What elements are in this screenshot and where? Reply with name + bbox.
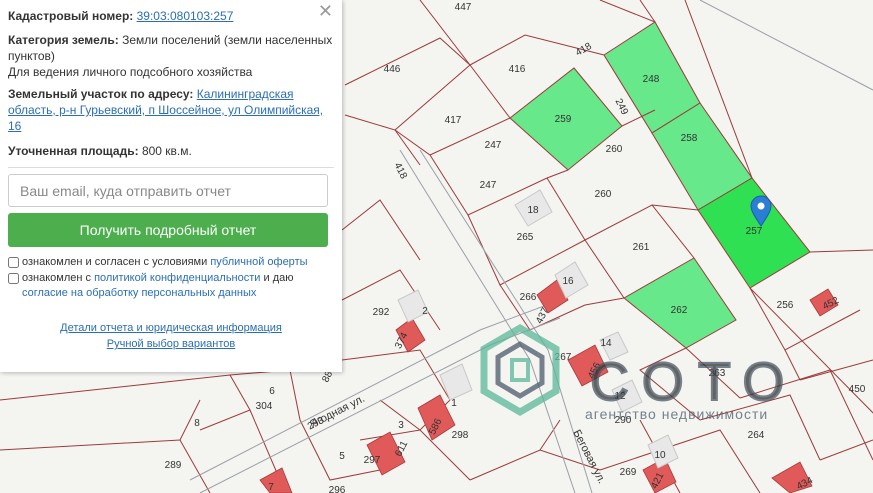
manual-selection-link[interactable]: Ручной выбор вариантов <box>107 338 235 350</box>
category-row: Категория земель: Земли поселений (земли… <box>8 32 334 80</box>
parcel-number-label: 447 <box>455 2 472 13</box>
parcel-number-label: 446 <box>384 64 401 75</box>
offer-link[interactable]: публичной оферты <box>210 256 307 268</box>
parcel-number-label: 248 <box>643 74 660 85</box>
parcel-number-label: 247 <box>480 180 497 191</box>
close-icon[interactable]: ✕ <box>318 2 333 20</box>
parcel-number-label: 5 <box>339 451 345 462</box>
parcel-number-label: 257 <box>746 226 763 237</box>
parcel-number-label: 260 <box>595 189 612 200</box>
email-input[interactable] <box>8 174 328 207</box>
privacy-checkbox[interactable] <box>8 273 19 284</box>
parcel-number-label: 304 <box>256 401 273 412</box>
parcel-number-label: 8 <box>194 418 200 429</box>
area-value: 800 кв.м. <box>141 144 192 158</box>
parcel-number-label: 259 <box>555 114 572 125</box>
privacy-policy-link[interactable]: политикой конфиденциальности <box>94 272 260 284</box>
parcel-number-label: 247 <box>485 140 502 151</box>
parcel-info-panel: ✕ Кадастровый номер: 39:03:080103:257 Ка… <box>0 0 342 372</box>
consent-link[interactable]: согласие на обработку персональных данны… <box>22 287 256 299</box>
parcel-number-label: 6 <box>269 386 275 397</box>
terms-text: ознакомлен и согласен с условиями <box>22 256 208 268</box>
parcel-number-label: 450 <box>849 384 866 395</box>
divider <box>8 167 334 168</box>
watermark-brand: СОТО <box>590 352 798 412</box>
parcel-number-label: 7 <box>268 482 274 493</box>
parcel-number-label: 10 <box>654 450 666 461</box>
parcel-number-label: 289 <box>165 460 182 471</box>
privacy-mid-text: и даю <box>263 272 294 284</box>
privacy-checkbox-row: ознакомлен с политикой конфиденциальност… <box>8 271 334 301</box>
address-row: Земельный участок по адресу: Калининград… <box>8 86 334 134</box>
usage-value: Для ведения личного подсобного хозяйства <box>8 65 253 79</box>
parcel-number-label: 298 <box>452 430 469 441</box>
parcel-number-label: 256 <box>777 300 794 311</box>
parcel-number-label: 297 <box>364 455 381 466</box>
parcel-number-label: 18 <box>527 205 539 216</box>
parcel-number-label: 292 <box>373 307 390 318</box>
parcel-number-label: 266 <box>520 292 537 303</box>
get-report-button[interactable]: Получить подробный отчет <box>8 213 328 247</box>
terms-checkbox[interactable] <box>8 257 19 268</box>
bottom-links: Детали отчета и юридическая информация Р… <box>8 320 334 352</box>
parcel-number-label: 14 <box>600 338 612 349</box>
parcel-number-label: 260 <box>606 144 623 155</box>
report-details-link[interactable]: Детали отчета и юридическая информация <box>60 322 282 334</box>
address-label: Земельный участок по адресу: <box>8 87 194 101</box>
cadastral-row: Кадастровый номер: 39:03:080103:257 <box>8 8 334 24</box>
parcel-number-label: 296 <box>329 485 346 493</box>
parcel-number-label: 265 <box>517 232 534 243</box>
parcel-number-label: 417 <box>445 115 462 126</box>
parcel-number-label: 3 <box>398 420 404 431</box>
cadastral-number-link[interactable]: 39:03:080103:257 <box>137 9 234 23</box>
parcel-number-label: 261 <box>633 242 650 253</box>
parcel-number-label: 258 <box>681 133 698 144</box>
parcel-number-label: 2 <box>422 306 428 317</box>
area-row: Уточненная площадь: 800 кв.м. <box>8 143 334 159</box>
parcel-number-label: 262 <box>671 305 688 316</box>
parcel-number-label: 416 <box>509 64 526 75</box>
category-label: Категория земель: <box>8 33 119 47</box>
cadastral-label: Кадастровый номер: <box>8 9 134 23</box>
area-label: Уточненная площадь: <box>8 144 139 158</box>
parcel-number-label: 264 <box>748 430 765 441</box>
privacy-text: ознакомлен с <box>22 272 92 284</box>
parcel-number-label: 269 <box>620 467 637 478</box>
parcel-number-label: 16 <box>562 276 574 287</box>
watermark-tagline: агентство недвижимости <box>585 406 768 422</box>
terms-checkbox-row: ознакомлен и согласен с условиями публич… <box>8 255 334 270</box>
parcel-number-label: 1 <box>451 398 457 409</box>
